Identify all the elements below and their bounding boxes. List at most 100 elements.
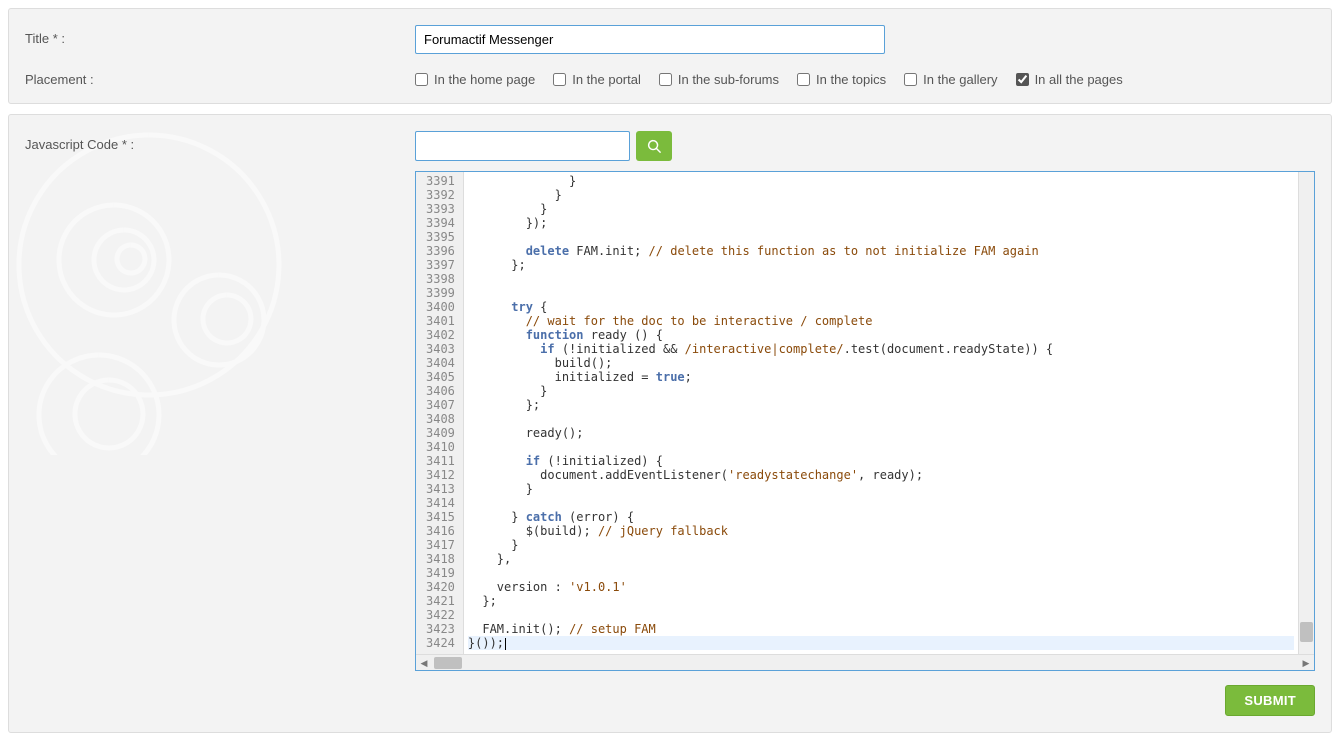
code-line[interactable] [468,566,1294,580]
line-number: 3419 [416,566,463,580]
line-number: 3398 [416,272,463,286]
code-row: Javascript Code * : 33913392339333943395… [25,131,1315,671]
placement-subforums-label: In the sub-forums [678,72,779,87]
placement-portal-checkbox[interactable] [553,73,566,86]
code-line[interactable]: if (!initialized) { [468,454,1294,468]
title-row: Title * : [25,25,1315,54]
line-number: 3420 [416,580,463,594]
code-editor[interactable]: 3391339233933394339533963397339833993400… [415,171,1315,671]
line-number: 3410 [416,440,463,454]
scrollbar-thumb[interactable] [1300,622,1313,642]
code-line[interactable]: }, [468,552,1294,566]
scroll-right-icon[interactable]: ▶ [1298,655,1314,671]
line-number: 3412 [416,468,463,482]
placement-all[interactable]: In all the pages [1016,72,1123,87]
line-number: 3415 [416,510,463,524]
submit-button[interactable]: SUBMIT [1225,685,1315,716]
code-line[interactable]: try { [468,300,1294,314]
code-horizontal-scrollbar[interactable]: ◀ ▶ [416,654,1314,670]
code-line[interactable]: } [468,538,1294,552]
scrollbar-thumb[interactable] [434,657,462,669]
code-line[interactable]: document.addEventListener('readystatecha… [468,468,1294,482]
form-panel-code: Javascript Code * : 33913392339333943395… [8,114,1332,733]
code-line[interactable]: }()); [468,636,1294,650]
code-search-input[interactable] [415,131,630,161]
code-line[interactable]: version : 'v1.0.1' [468,580,1294,594]
line-number: 3405 [416,370,463,384]
line-number: 3416 [416,524,463,538]
line-number: 3409 [416,426,463,440]
code-line[interactable]: // wait for the doc to be interactive / … [468,314,1294,328]
line-number: 3407 [416,398,463,412]
placement-topics-checkbox[interactable] [797,73,810,86]
code-vertical-scrollbar[interactable] [1298,172,1314,654]
code-line[interactable] [468,608,1294,622]
code-line[interactable]: delete FAM.init; // delete this function… [468,244,1294,258]
code-line[interactable]: }; [468,594,1294,608]
line-number: 3393 [416,202,463,216]
line-number: 3395 [416,230,463,244]
placement-portal[interactable]: In the portal [553,72,641,87]
placement-subforums-checkbox[interactable] [659,73,672,86]
line-number: 3413 [416,482,463,496]
placement-all-label: In all the pages [1035,72,1123,87]
line-number: 3402 [416,328,463,342]
line-number: 3424 [416,636,463,650]
code-line[interactable]: }; [468,258,1294,272]
line-number: 3397 [416,258,463,272]
code-line[interactable]: } [468,188,1294,202]
placement-row: Placement : In the home page In the port… [25,66,1315,87]
line-number: 3423 [416,622,463,636]
placement-topics[interactable]: In the topics [797,72,886,87]
placement-checks: In the home page In the portal In the su… [415,66,1315,87]
placement-gallery-label: In the gallery [923,72,997,87]
code-line[interactable]: $(build); // jQuery fallback [468,524,1294,538]
code-line[interactable] [468,230,1294,244]
line-number: 3401 [416,314,463,328]
code-search-button[interactable] [636,131,672,161]
line-number: 3403 [416,342,463,356]
line-number: 3394 [416,216,463,230]
line-number: 3421 [416,594,463,608]
code-line[interactable] [468,412,1294,426]
code-line[interactable]: if (!initialized && /interactive|complet… [468,342,1294,356]
placement-home-checkbox[interactable] [415,73,428,86]
line-number: 3422 [416,608,463,622]
code-line[interactable] [468,496,1294,510]
code-line[interactable] [468,286,1294,300]
code-line[interactable]: build(); [468,356,1294,370]
scroll-left-icon[interactable]: ◀ [416,655,432,671]
placement-subforums[interactable]: In the sub-forums [659,72,779,87]
code-line[interactable]: } [468,174,1294,188]
placement-gallery-checkbox[interactable] [904,73,917,86]
title-label: Title * : [25,25,415,46]
placement-home[interactable]: In the home page [415,72,535,87]
placement-topics-label: In the topics [816,72,886,87]
code-line[interactable]: } catch (error) { [468,510,1294,524]
line-number: 3396 [416,244,463,258]
code-line[interactable]: }; [468,398,1294,412]
title-input[interactable] [415,25,885,54]
line-number: 3392 [416,188,463,202]
code-line[interactable]: ready(); [468,426,1294,440]
code-body[interactable]: } } } }); delete FAM.init; // delete thi… [464,172,1298,654]
code-gutter: 3391339233933394339533963397339833993400… [416,172,464,654]
code-line[interactable] [468,272,1294,286]
placement-all-checkbox[interactable] [1016,73,1029,86]
line-number: 3414 [416,496,463,510]
code-line[interactable]: initialized = true; [468,370,1294,384]
code-line[interactable]: } [468,202,1294,216]
code-line[interactable]: FAM.init(); // setup FAM [468,622,1294,636]
placement-gallery[interactable]: In the gallery [904,72,997,87]
code-line[interactable]: function ready () { [468,328,1294,342]
code-line[interactable] [468,440,1294,454]
code-line[interactable]: }); [468,216,1294,230]
search-icon [647,139,662,154]
placement-home-label: In the home page [434,72,535,87]
placement-label: Placement : [25,66,415,87]
code-line[interactable]: } [468,482,1294,496]
line-number: 3391 [416,174,463,188]
placement-portal-label: In the portal [572,72,641,87]
code-line[interactable]: } [468,384,1294,398]
line-number: 3400 [416,300,463,314]
